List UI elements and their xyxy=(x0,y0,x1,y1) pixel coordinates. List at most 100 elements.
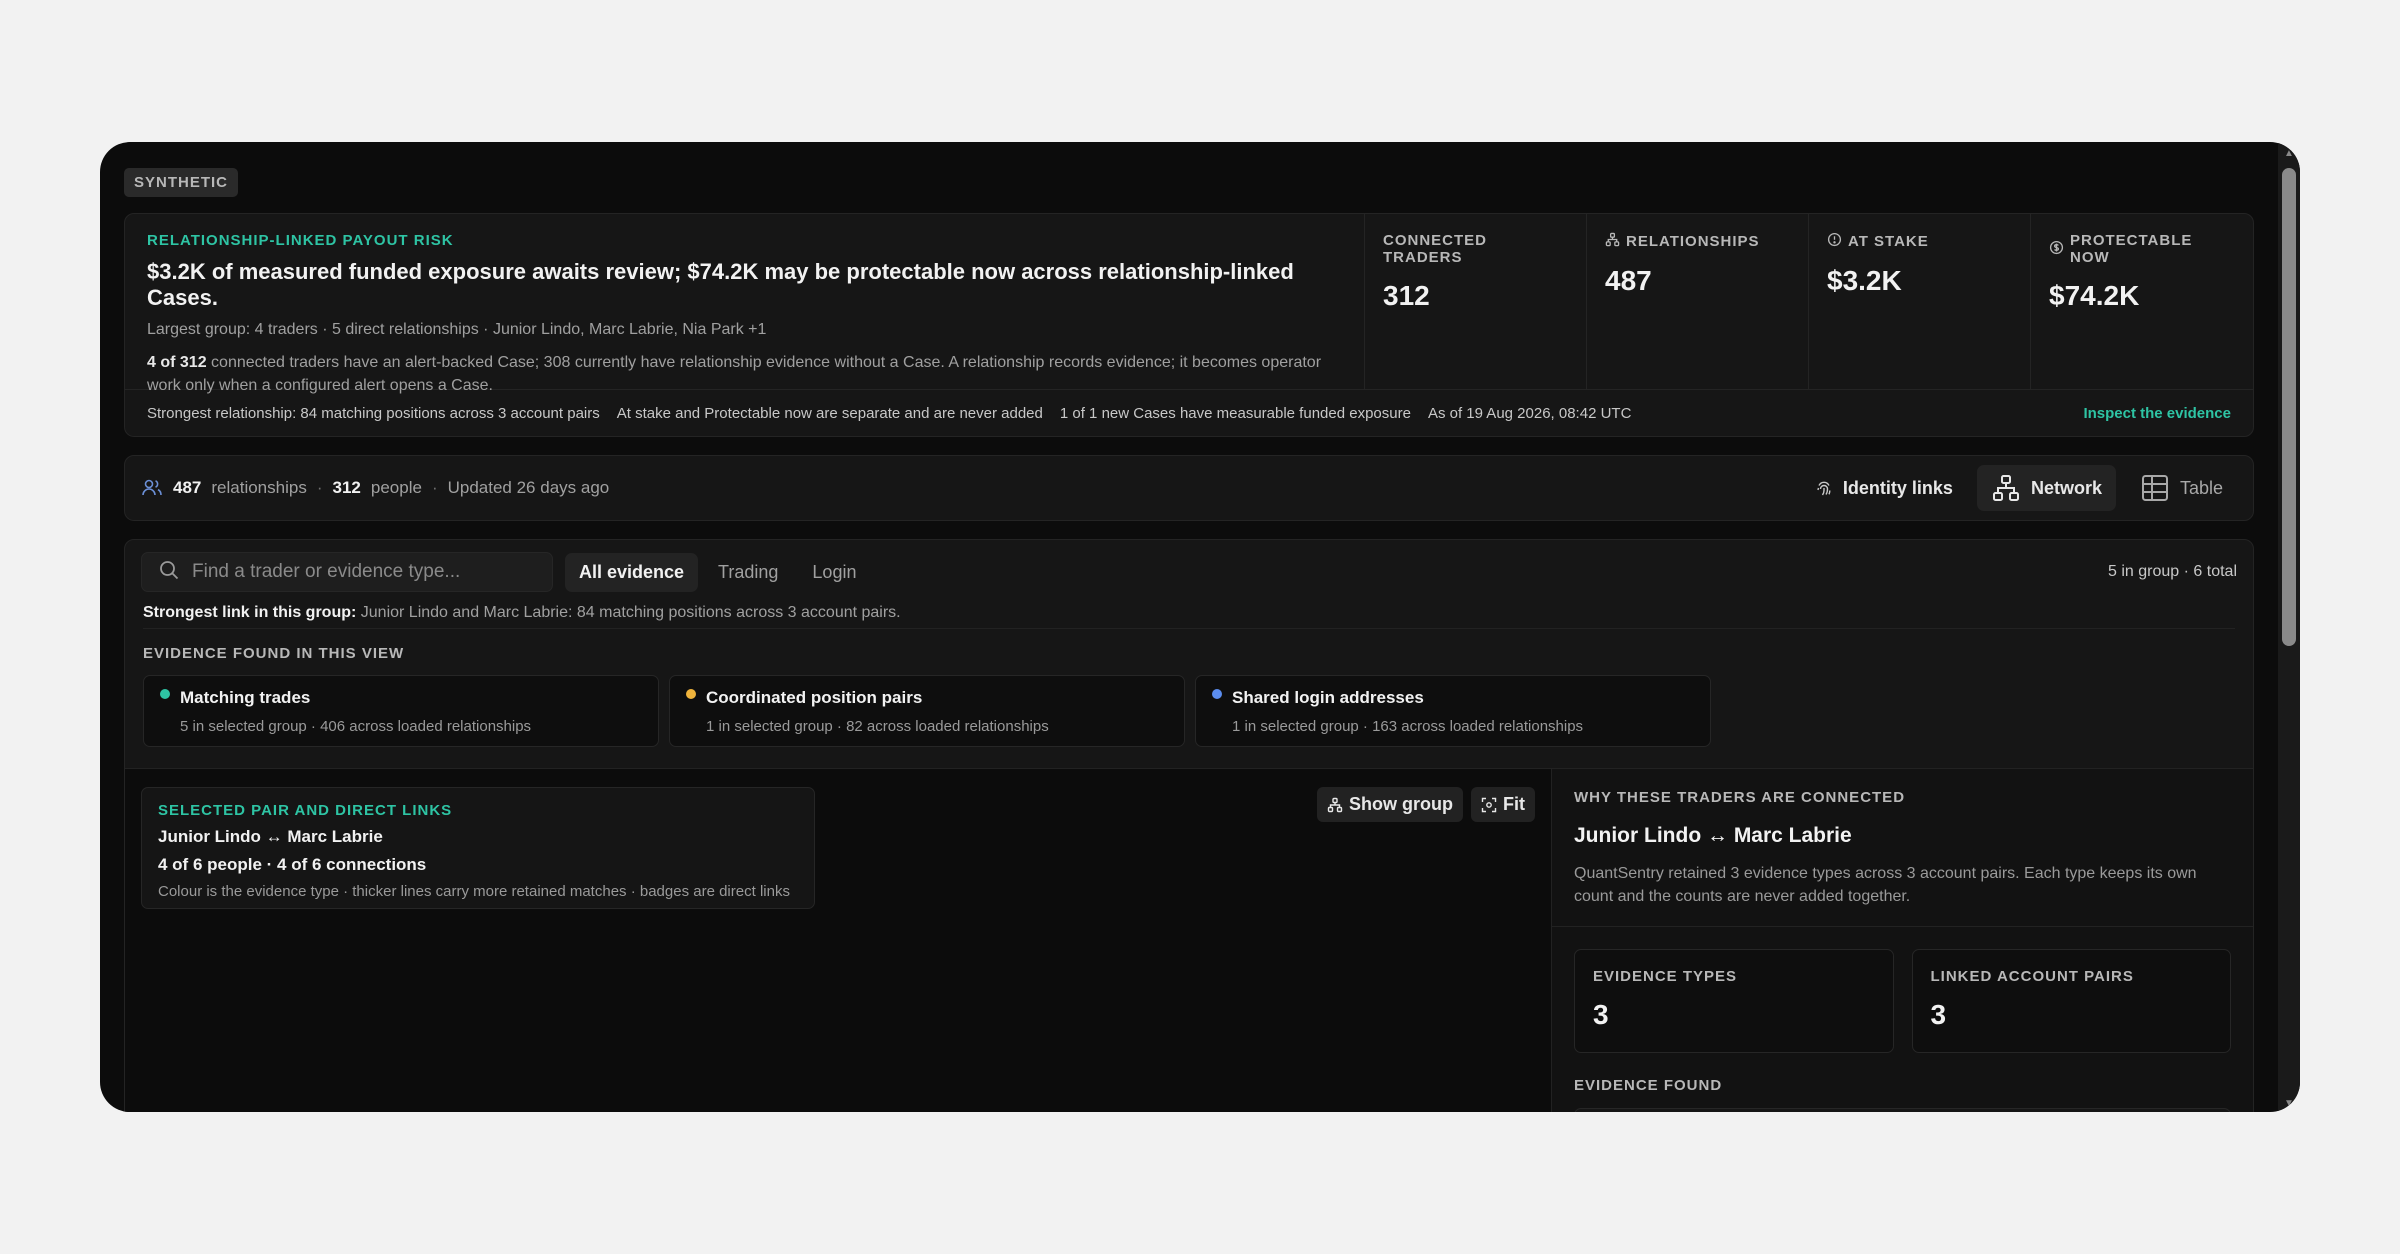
stat-label: LINKED ACCOUNT PAIRS xyxy=(1930,968,2134,985)
evidence-counts: 1 in selected group · 163 across loaded … xyxy=(1232,718,1584,735)
risk-headline: $3.2K of measured funded exposure awaits… xyxy=(147,259,1294,310)
evidence-card-matching-trades[interactable]: Matching trades 5 in selected group · 40… xyxy=(143,675,659,747)
strongest-link-note: Strongest link in this group: Junior Lin… xyxy=(125,594,2253,628)
metric-label: AT STAKE xyxy=(1848,233,1929,250)
evidence-title: Coordinated position pairs xyxy=(706,688,923,707)
evidence-color-dot xyxy=(686,689,696,699)
inspect-evidence-link[interactable]: Inspect the evidence xyxy=(2083,405,2231,422)
largest-group-summary: Largest group: 4 traders · 5 direct rela… xyxy=(147,321,767,338)
scroll-down-arrow[interactable]: ▼ xyxy=(2282,1098,2296,1110)
connection-detail-panel: WHY THESE TRADERS ARE CONNECTED Junior L… xyxy=(1551,769,2253,1112)
metric-connected-traders: CONNECTED TRADERS 312 xyxy=(1365,214,1587,389)
search-icon xyxy=(158,559,180,586)
risk-summary-card: RELATIONSHIP-LINKED PAYOUT RISK $3.2K of… xyxy=(124,213,2254,437)
evidence-title: Matching trades xyxy=(180,688,311,707)
network-icon xyxy=(1991,473,2021,503)
table-view-tab[interactable]: Table xyxy=(2126,465,2237,511)
metric-relationships: RELATIONSHIPS 487 xyxy=(1587,214,1809,389)
app-window: SYNTHETIC RELATIONSHIP-LINKED PAYOUT RIS… xyxy=(100,142,2300,1112)
scroll-up-arrow[interactable]: ▲ xyxy=(2282,148,2296,160)
detail-eyebrow: WHY THESE TRADERS ARE CONNECTED xyxy=(1574,789,1906,806)
selected-pair-eyebrow: SELECTED PAIR AND DIRECT LINKS xyxy=(158,802,453,819)
evidence-card-coordinated-position-pairs[interactable]: Coordinated position pairs 1 in selected… xyxy=(669,675,1185,747)
show-group-label: Show group xyxy=(1349,794,1453,814)
relationships-count: 487 xyxy=(173,478,202,497)
clock-icon xyxy=(1827,232,1842,251)
separator: · xyxy=(316,478,323,497)
graph-legend-note: Colour is the evidence type · thicker li… xyxy=(158,883,790,900)
fit-button[interactable]: Fit xyxy=(1471,787,1535,822)
relationship-explorer: All evidence Trading Login 5 in group · … xyxy=(124,539,2254,1112)
search-input[interactable] xyxy=(192,561,536,583)
trader-search[interactable] xyxy=(141,552,553,592)
metric-at-stake: AT STAKE $3.2K xyxy=(1809,214,2031,389)
stat-value: 3 xyxy=(1593,999,1609,1030)
scrollbar[interactable]: ▲ ▼ xyxy=(2278,142,2300,1112)
identity-links-label: Identity links xyxy=(1842,477,1953,498)
separate-values-note: At stake and Protectable now are separat… xyxy=(616,404,1043,422)
stat-linked-account-pairs: LINKED ACCOUNT PAIRS 3 xyxy=(1911,949,2231,1053)
filter-tab-trading[interactable]: Trading xyxy=(704,553,792,592)
table-label: Table xyxy=(2179,477,2223,498)
stat-evidence-types: EVIDENCE TYPES 3 xyxy=(1574,949,1894,1053)
updated-timestamp: Updated 26 days ago xyxy=(447,478,610,497)
evidence-found-label: EVIDENCE FOUND xyxy=(1574,1077,1723,1094)
evidence-counts: 1 in selected group · 82 across loaded r… xyxy=(706,718,1049,735)
metric-label: PROTECTABLE NOW xyxy=(2070,232,2193,266)
scrollbar-thumb[interactable] xyxy=(2282,168,2296,646)
strongest-relationship-note: Strongest relationship: 84 matching posi… xyxy=(147,404,600,422)
metric-label: RELATIONSHIPS xyxy=(1626,233,1760,250)
people-count: 312 xyxy=(332,478,361,497)
relationships-label: relationships xyxy=(211,478,307,497)
evidence-section-label: EVIDENCE FOUND IN THIS VIEW xyxy=(143,645,405,662)
metric-value: $74.2K xyxy=(2049,280,2140,311)
metric-value: $3.2K xyxy=(1827,265,1902,296)
stat-label: EVIDENCE TYPES xyxy=(1593,968,1738,985)
fingerprint-icon xyxy=(1815,479,1833,497)
evidence-card-shared-login-addresses[interactable]: Shared login addresses 1 in selected gro… xyxy=(1195,675,1711,747)
metric-protectable-now: PROTECTABLE NOW $74.2K xyxy=(2031,214,2253,389)
evidence-filter-tabs: All evidence Trading Login xyxy=(565,552,870,592)
filter-tab-all-evidence[interactable]: All evidence xyxy=(565,552,699,592)
evidence-color-dot xyxy=(1212,689,1222,699)
detail-title: Junior Lindo ↔ Marc Labrie xyxy=(1574,824,1852,847)
synthetic-badge: SYNTHETIC xyxy=(124,168,239,197)
metric-label: CONNECTED TRADERS xyxy=(1383,232,1488,266)
identity-links-button[interactable]: Identity links xyxy=(1801,470,1967,507)
network-graph-area[interactable]: SELECTED PAIR AND DIRECT LINKS Junior Li… xyxy=(125,769,1551,1112)
selected-pair-card: SELECTED PAIR AND DIRECT LINKS Junior Li… xyxy=(141,787,815,909)
evidence-found-item[interactable] xyxy=(1574,1108,2231,1112)
table-icon xyxy=(2140,473,2170,503)
group-icon xyxy=(1327,797,1343,813)
as-of-timestamp: As of 19 Aug 2026, 08:42 UTC xyxy=(1427,404,1632,422)
evidence-cards: Matching trades 5 in selected group · 40… xyxy=(125,662,2253,747)
relationship-summary-bar: 487 relationships · 312 people · Updated… xyxy=(124,455,2254,521)
show-group-button[interactable]: Show group xyxy=(1317,787,1463,822)
filter-tab-login[interactable]: Login xyxy=(798,553,870,592)
selected-pair-counts: 4 of 6 people · 4 of 6 connections xyxy=(158,855,427,874)
evidence-color-dot xyxy=(160,689,170,699)
metric-value: 487 xyxy=(1605,265,1652,296)
dollar-icon xyxy=(2049,240,2064,259)
risk-description-text: connected traders have an alert-backed C… xyxy=(147,354,1322,394)
people-icon xyxy=(141,477,163,499)
metric-value: 312 xyxy=(1383,280,1430,311)
new-cases-note: 1 of 1 new Cases have measurable funded … xyxy=(1059,404,1411,422)
risk-description: 4 of 312 connected traders have an alert… xyxy=(147,351,1327,397)
detail-stats: EVIDENCE TYPES 3 LINKED ACCOUNT PAIRS 3 xyxy=(1552,927,2253,1053)
fit-icon xyxy=(1481,797,1497,813)
case-ratio: 4 of 312 xyxy=(147,354,207,371)
separator: · xyxy=(431,478,438,497)
people-label: people xyxy=(370,478,422,497)
strongest-link-label: Strongest link in this group: xyxy=(143,604,357,621)
relationships-icon xyxy=(1605,232,1620,251)
graph-controls: Show group Fit xyxy=(1317,787,1535,822)
page-content: SYNTHETIC RELATIONSHIP-LINKED PAYOUT RIS… xyxy=(100,142,2278,1112)
network-view-tab[interactable]: Network xyxy=(1976,465,2116,511)
risk-eyebrow: RELATIONSHIP-LINKED PAYOUT RISK xyxy=(147,232,454,249)
network-label: Network xyxy=(2030,477,2102,498)
risk-summary-main: RELATIONSHIP-LINKED PAYOUT RISK $3.2K of… xyxy=(125,214,1365,394)
stat-value: 3 xyxy=(1930,999,1947,1030)
evidence-counts: 5 in selected group · 406 across loaded … xyxy=(180,718,532,735)
fit-label: Fit xyxy=(1503,794,1525,814)
